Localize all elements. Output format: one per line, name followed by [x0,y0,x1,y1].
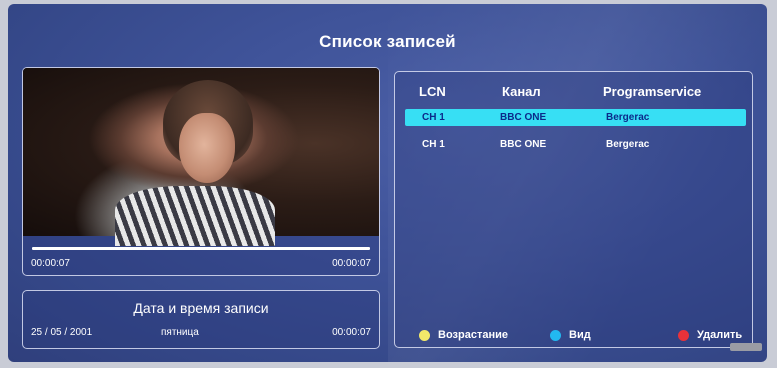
page-title: Список записей [319,32,456,51]
row-lcn: CH 1 [422,139,445,150]
playback-progress-fill [32,247,370,250]
record-info-panel: Дата и время записи 25 / 05 / 2001 пятни… [22,290,380,349]
time-current: 00:00:07 [31,258,70,269]
video-preview [23,68,379,246]
playback-progress-bar[interactable] [32,247,370,250]
recording-row[interactable]: CH 1 BBC ONE Bergerac [405,109,746,126]
column-header-channel: Канал [502,84,541,99]
row-channel: BBC ONE [500,139,547,150]
recordings-list-panel: LCN Канал Programservice CH 1 BBC ONE Be… [394,71,753,348]
legend-delete[interactable]: Удалить [678,329,742,341]
row-program: Bergerac [606,139,650,150]
video-figure-face [179,113,235,183]
record-duration: 00:00:07 [332,327,371,338]
blue-button-icon [550,329,561,341]
column-header-program: Programservice [603,84,702,99]
tv-stand-logo [730,343,762,351]
column-header-lcn: LCN [419,84,446,99]
record-info-title: Дата и время записи [133,300,269,316]
legend-sort-ascending[interactable]: Возрастание [419,329,508,341]
tv-screen: Список записей 00:00:07 00:00:07 Дата и … [8,4,767,362]
record-date: 25 / 05 / 2001 [31,327,93,338]
legend-label: Возрастание [438,329,508,341]
video-figure-shirt [115,186,275,246]
row-channel: BBC ONE [500,112,547,123]
preview-panel: 00:00:07 00:00:07 [22,67,380,276]
row-program: Bergerac [606,112,650,123]
record-weekday: пятница [161,327,199,338]
legend-label: Вид [569,329,591,341]
recording-row[interactable]: CH 1 BBC ONE Bergerac [405,136,746,153]
row-lcn: CH 1 [422,112,445,123]
legend-label: Удалить [697,329,743,341]
red-button-icon [678,329,689,341]
yellow-button-icon [419,329,430,341]
legend-view[interactable]: Вид [550,329,591,341]
time-total: 00:00:07 [332,258,371,269]
